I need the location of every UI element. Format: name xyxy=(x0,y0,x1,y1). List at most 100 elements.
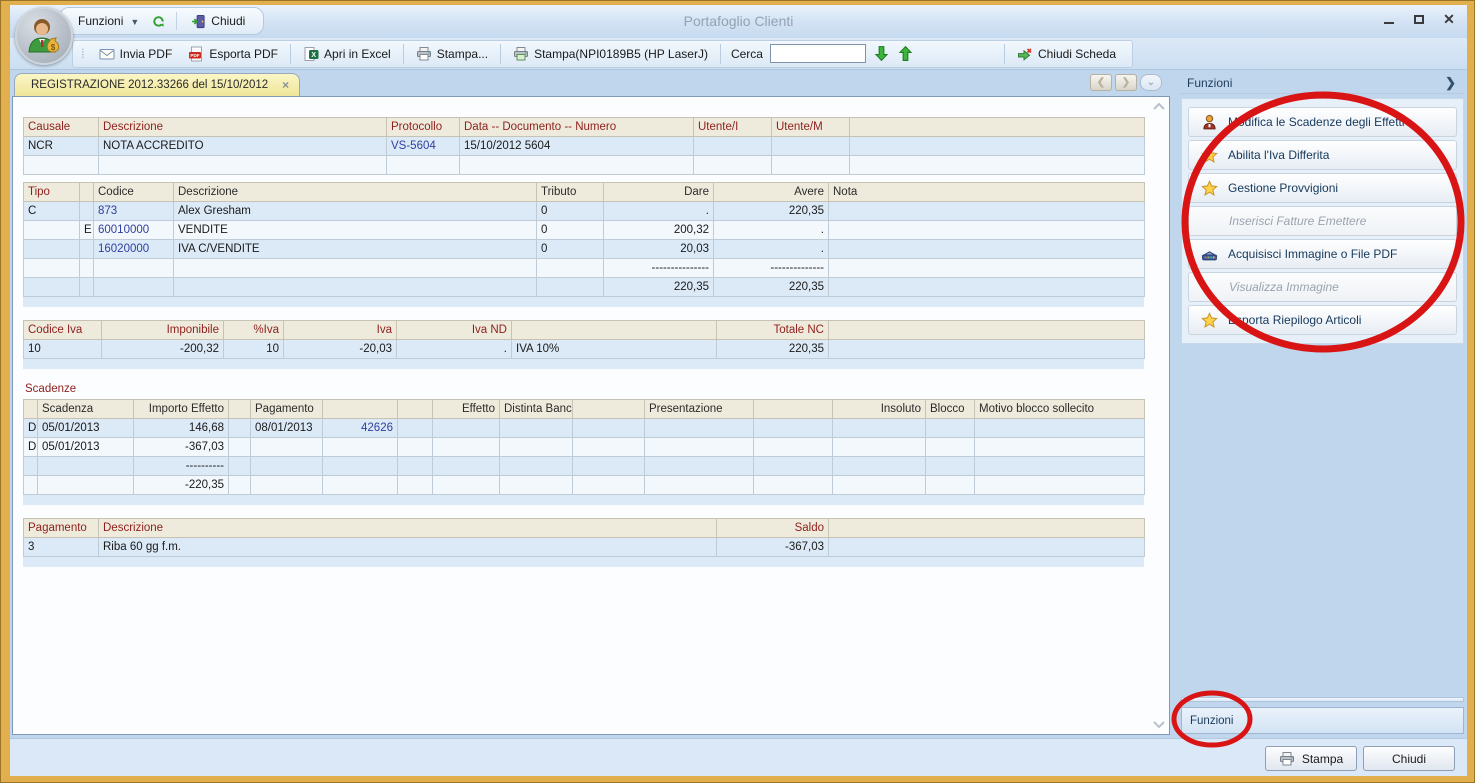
grid-cell[interactable] xyxy=(459,155,694,175)
chiudi-scheda-button[interactable]: Chiudi Scheda xyxy=(1009,43,1124,65)
grid-cell[interactable] xyxy=(23,456,38,476)
grid-cell[interactable] xyxy=(173,258,537,278)
grid-cell[interactable] xyxy=(771,155,850,175)
grid-cell[interactable]: VENDITE xyxy=(173,220,537,240)
grid-cell[interactable] xyxy=(23,220,80,240)
grid-cell[interactable]: -20,03 xyxy=(283,339,397,359)
arrow-down-icon[interactable] xyxy=(873,45,890,62)
grid-cell[interactable]: D xyxy=(23,437,38,457)
grid-cell[interactable]: ---------- xyxy=(133,456,229,476)
chiudi-menu-button[interactable]: Chiudi xyxy=(187,12,249,31)
grid-cell[interactable]: E xyxy=(79,220,94,240)
scroll-down-icon[interactable] xyxy=(1151,717,1167,733)
grid-cell[interactable] xyxy=(397,456,433,476)
maximize-button[interactable] xyxy=(1411,12,1427,26)
grid-cell[interactable]: 220,35 xyxy=(716,339,829,359)
grid-cell[interactable] xyxy=(925,456,975,476)
grid-cell[interactable]: 42626 xyxy=(322,418,398,438)
grid-cell[interactable] xyxy=(974,456,1145,476)
tab-scroll-right-button[interactable]: ❯ xyxy=(1115,74,1137,91)
grid-cell[interactable] xyxy=(23,258,80,278)
grid-cell[interactable] xyxy=(397,437,433,457)
grid-cell[interactable] xyxy=(37,456,134,476)
sidebar-item-modifica-le-scadenze-degli-effetti[interactable]: Modifica le Scadenze degli Effetti xyxy=(1188,107,1457,137)
grid-cell[interactable] xyxy=(753,437,833,457)
grid-cell[interactable] xyxy=(828,339,1145,359)
sidebar-item-esporta-riepilogo-articoli[interactable]: Esporta Riepilogo Articoli xyxy=(1188,305,1457,335)
grid-cell[interactable]: NOTA ACCREDITO xyxy=(98,136,387,156)
grid-cell[interactable] xyxy=(250,437,323,457)
grid-cell[interactable]: 16020000 xyxy=(93,239,174,259)
grid-cell[interactable]: C xyxy=(23,201,80,221)
grid-cell[interactable]: . xyxy=(713,220,829,240)
tab-list-dropdown-button[interactable]: ⌄ xyxy=(1140,74,1162,91)
collapse-chevron-icon[interactable]: ❯ xyxy=(1445,75,1456,91)
grid-cell[interactable] xyxy=(322,475,398,495)
grid-cell[interactable] xyxy=(79,201,94,221)
grid-cell[interactable]: 873 xyxy=(93,201,174,221)
grid-cell[interactable] xyxy=(832,418,926,438)
toolbar-grip[interactable]: ⁞ xyxy=(81,46,84,61)
minimize-button[interactable] xyxy=(1381,12,1397,26)
sidebar-item-abilita-l-iva-differita[interactable]: Abilita l'Iva Differita xyxy=(1188,140,1457,170)
grid-cell[interactable] xyxy=(828,258,1145,278)
grid-cell[interactable] xyxy=(693,155,772,175)
grid-cell[interactable]: -220,35 xyxy=(133,475,229,495)
grid-cell[interactable] xyxy=(499,456,573,476)
scroll-up-icon[interactable] xyxy=(1151,98,1167,114)
grid-cell[interactable] xyxy=(228,456,251,476)
grid-cell[interactable] xyxy=(37,475,134,495)
close-button[interactable]: ✕ xyxy=(1441,12,1457,26)
grid-cell[interactable]: 146,68 xyxy=(133,418,229,438)
grid-cell[interactable] xyxy=(322,456,398,476)
grid-cell[interactable] xyxy=(925,475,975,495)
grid-cell[interactable] xyxy=(79,277,94,297)
grid-cell[interactable]: 08/01/2013 xyxy=(250,418,323,438)
grid-cell[interactable]: IVA C/VENDITE xyxy=(173,239,537,259)
grid-cell[interactable] xyxy=(753,475,833,495)
grid-cell[interactable]: NCR xyxy=(23,136,99,156)
grid-cell[interactable] xyxy=(974,437,1145,457)
stampa-button[interactable]: Stampa xyxy=(1265,746,1357,771)
grid-cell[interactable] xyxy=(849,155,1145,175)
toolbar-button-apri-in-excel[interactable]: X Apri in Excel xyxy=(295,43,399,65)
grid-cell[interactable] xyxy=(23,155,99,175)
grid-cell[interactable]: . xyxy=(603,201,714,221)
grid-cell[interactable]: 220,35 xyxy=(713,201,829,221)
sidebar-splitter[interactable] xyxy=(1181,697,1464,702)
grid-cell[interactable]: -------------- xyxy=(713,258,829,278)
grid-cell[interactable]: 60010000 xyxy=(93,220,174,240)
grid-cell[interactable] xyxy=(228,475,251,495)
grid-cell[interactable]: 220,35 xyxy=(713,277,829,297)
grid-cell[interactable] xyxy=(828,239,1145,259)
grid-cell[interactable] xyxy=(644,475,754,495)
grid-cell[interactable] xyxy=(832,456,926,476)
grid-cell[interactable]: VS-5604 xyxy=(386,136,460,156)
grid-cell[interactable] xyxy=(828,277,1145,297)
grid-cell[interactable] xyxy=(93,258,174,278)
sidebar-item-gestione-provvigioni[interactable]: Gestione Provvigioni xyxy=(1188,173,1457,203)
search-input[interactable] xyxy=(769,44,866,63)
grid-cell[interactable]: Alex Gresham xyxy=(173,201,537,221)
arrow-up-icon[interactable] xyxy=(897,45,914,62)
grid-cell[interactable] xyxy=(79,239,94,259)
toolbar-button-stampa-npi0189b5-hp-laserj[interactable]: Stampa(NPI0189B5 (HP LaserJ) xyxy=(505,43,716,65)
grid-cell[interactable] xyxy=(832,475,926,495)
grid-cell[interactable] xyxy=(974,475,1145,495)
grid-cell[interactable] xyxy=(250,456,323,476)
grid-cell[interactable] xyxy=(79,258,94,278)
grid-cell[interactable]: . xyxy=(396,339,512,359)
grid-cell[interactable] xyxy=(644,437,754,457)
grid-cell[interactable]: IVA 10% xyxy=(511,339,717,359)
grid-cell[interactable]: -367,03 xyxy=(716,537,829,557)
grid-cell[interactable] xyxy=(432,456,500,476)
grid-cell[interactable] xyxy=(925,418,975,438)
grid-cell[interactable] xyxy=(828,220,1145,240)
tab-registrazione[interactable]: REGISTRAZIONE 2012.33266 del 15/10/2012 … xyxy=(14,73,301,96)
grid-cell[interactable]: 10 xyxy=(223,339,284,359)
vertical-scrollbar[interactable] xyxy=(1151,98,1168,733)
grid-cell[interactable] xyxy=(753,418,833,438)
grid-cell[interactable] xyxy=(771,136,850,156)
funzioni-menu-button[interactable]: Funzioni ▼ xyxy=(74,12,147,30)
grid-cell[interactable]: -367,03 xyxy=(133,437,229,457)
